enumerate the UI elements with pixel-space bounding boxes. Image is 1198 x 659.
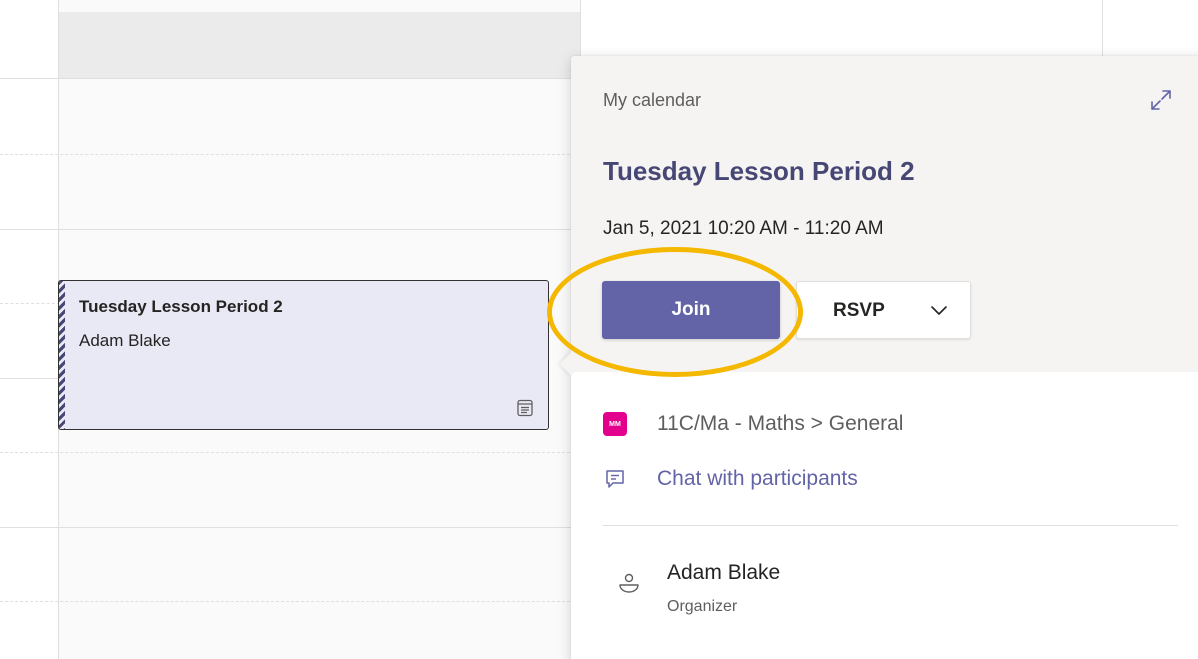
rsvp-button-label: RSVP <box>833 300 885 321</box>
grid-hline <box>0 378 60 379</box>
team-avatar: MM <box>603 412 627 436</box>
calendar-event[interactable]: Tuesday Lesson Period 2 Adam Blake <box>58 280 549 430</box>
meeting-title: Tuesday Lesson Period 2 <box>603 156 915 186</box>
meeting-popup-card: My calendar Tuesday Lesson Period 2 Jan … <box>547 56 1198 659</box>
calendar-day-header <box>59 12 580 78</box>
popup-divider <box>603 525 1178 526</box>
event-tentative-stripe <box>59 281 65 429</box>
grid-hline-half <box>0 303 60 304</box>
chat-icon <box>606 470 624 488</box>
meeting-time: Jan 5, 2021 10:20 AM - 11:20 AM <box>603 218 884 239</box>
chevron-down-icon <box>931 306 947 315</box>
channel-name: 11C/Ma - Maths > General <box>657 412 904 435</box>
expand-button[interactable] <box>1147 86 1175 114</box>
join-button-label: Join <box>671 299 711 320</box>
teams-calendar-view: Tuesday Lesson Period 2 Adam Blake My ca… <box>0 0 1198 659</box>
person-icon <box>619 573 639 593</box>
grid-hline-half <box>0 154 580 155</box>
expand-icon <box>1151 90 1171 110</box>
join-button[interactable]: Join <box>602 281 780 339</box>
organizer-name: Adam Blake <box>667 561 781 584</box>
chat-row[interactable]: Chat with participants <box>603 467 858 491</box>
calendar-label: My calendar <box>603 90 702 110</box>
grid-hline <box>0 229 580 230</box>
grid-hline-half <box>0 601 580 602</box>
grid-hline-half <box>0 452 580 453</box>
meeting-details-icon <box>517 399 533 417</box>
organizer-role: Organizer <box>667 598 738 615</box>
event-title: Tuesday Lesson Period 2 <box>79 297 283 316</box>
chat-with-participants-link[interactable]: Chat with participants <box>657 467 858 491</box>
channel-row[interactable]: MM 11C/Ma - Maths > General <box>603 412 903 436</box>
event-organizer: Adam Blake <box>79 331 171 350</box>
rsvp-button[interactable]: RSVP <box>796 281 971 339</box>
grid-hline <box>0 527 580 528</box>
